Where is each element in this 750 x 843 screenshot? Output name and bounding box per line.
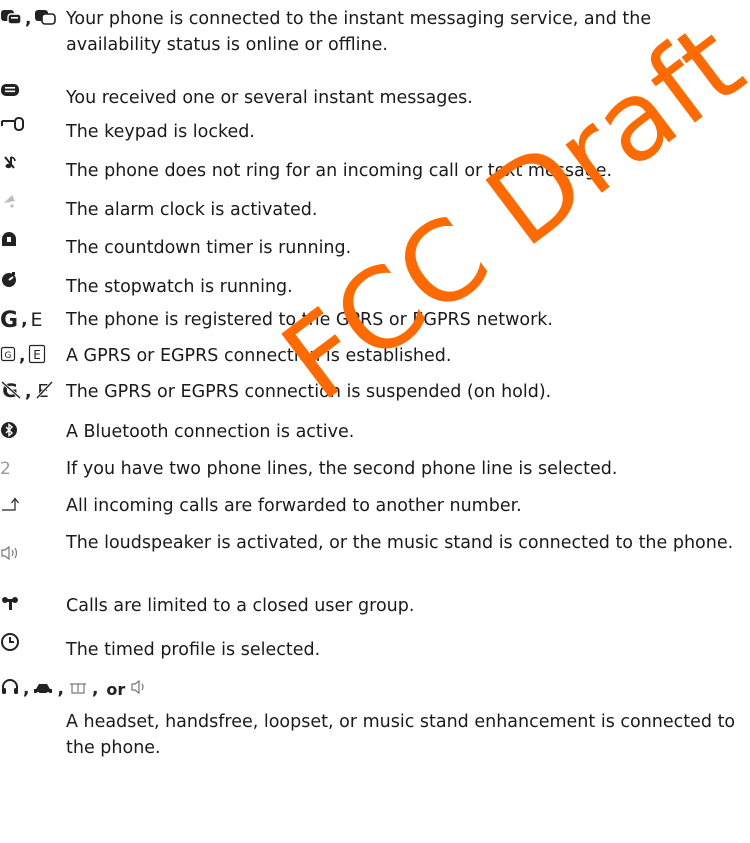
indicator-description: If you have two phone lines, the second …: [66, 459, 618, 479]
svg-text:G: G: [5, 351, 12, 361]
indicator-icons: 2: [0, 456, 11, 482]
indicator-icons: [0, 113, 26, 139]
indicator-description: The loudspeaker is activated, or the mus…: [66, 533, 734, 553]
comma-separator: ,: [21, 310, 28, 330]
comma-separator: ,: [19, 346, 26, 366]
loopset-icon: [67, 678, 89, 701]
indicator-description: The stopwatch is running.: [66, 277, 293, 297]
timed-profile-icon: [0, 632, 20, 657]
indicator-description: The keypad is locked.: [66, 122, 255, 142]
indicator-description: The alarm clock is activated.: [66, 200, 318, 220]
gprs-connection-icon: G: [0, 345, 16, 368]
indicator-description: You received one or several instant mess…: [66, 88, 473, 108]
indicator-icons: [0, 542, 22, 568]
comma-separator: ,: [91, 679, 99, 699]
comma-separator: ,: [25, 9, 32, 29]
indicator-icons: G , E: [0, 307, 43, 333]
call-forward-icon: [0, 495, 22, 518]
egprs-connection-icon: E: [28, 344, 46, 369]
music-stand-icon: [130, 678, 152, 701]
indicator-description: The phone does not ring for an incoming …: [66, 161, 613, 181]
egprs-e-icon: E: [30, 309, 43, 331]
loudspeaker-icon: [0, 544, 22, 567]
indicator-description: The countdown timer is running.: [66, 238, 352, 258]
or-separator: or: [106, 679, 126, 699]
indicator-description: A GPRS or EGPRS connection is establishe…: [66, 346, 452, 366]
indicator-icons: [0, 419, 18, 445]
gprs-g-icon: G: [0, 307, 19, 333]
indicator-description: Calls are limited to a closed user group…: [66, 596, 415, 616]
indicator-description: The timed profile is selected.: [66, 640, 321, 660]
countdown-timer-icon: [0, 231, 18, 254]
indicator-icons: [0, 191, 20, 217]
indicator-icons: [0, 593, 22, 619]
handsfree-car-icon: [32, 678, 54, 701]
indicator-description: All incoming calls are forwarded to anot…: [66, 496, 522, 516]
indicator-description: A headset, handsfree, loopset, or music …: [66, 712, 736, 758]
indicator-list-page: , Your phone is connected to the instant…: [0, 0, 750, 843]
indicator-description: The GPRS or EGPRS connection is suspende…: [66, 382, 552, 402]
second-line-icon: 2: [0, 459, 11, 479]
comma-separator: ,: [25, 382, 32, 402]
keypad-lock-icon: [0, 116, 26, 137]
im-online-icon: [0, 8, 22, 31]
gprs-suspended-icon: G: [0, 380, 22, 405]
alarm-bell-icon: [0, 193, 20, 216]
silent-icon: [0, 154, 20, 177]
indicator-description: The phone is registered to the GPRS or E…: [66, 310, 553, 330]
indicator-icons: ,: [0, 6, 57, 32]
egprs-suspended-icon: E: [34, 380, 54, 405]
comma-separator: ,: [57, 679, 64, 699]
indicator-icons: [0, 631, 20, 657]
bluetooth-icon: [0, 421, 18, 444]
indicator-icons: [0, 79, 20, 105]
indicator-icons: , , , or: [0, 676, 152, 702]
headset-icon: [0, 678, 20, 701]
indicator-icons: [0, 152, 20, 178]
im-offline-icon: [34, 8, 57, 31]
indicator-description: A Bluetooth connection is active.: [66, 422, 355, 442]
closed-user-group-icon: [0, 595, 22, 618]
stopwatch-icon: [0, 270, 18, 293]
indicator-icons: [0, 268, 18, 294]
indicator-icons: G , E: [0, 343, 46, 369]
indicator-icons: [0, 229, 18, 255]
comma-separator: ,: [23, 679, 30, 699]
indicator-icons: [0, 493, 22, 519]
svg-text:E: E: [34, 348, 42, 362]
indicator-description: Your phone is connected to the instant m…: [66, 9, 652, 55]
indicator-icons: G , E: [0, 379, 54, 405]
im-message-icon: [0, 82, 20, 103]
